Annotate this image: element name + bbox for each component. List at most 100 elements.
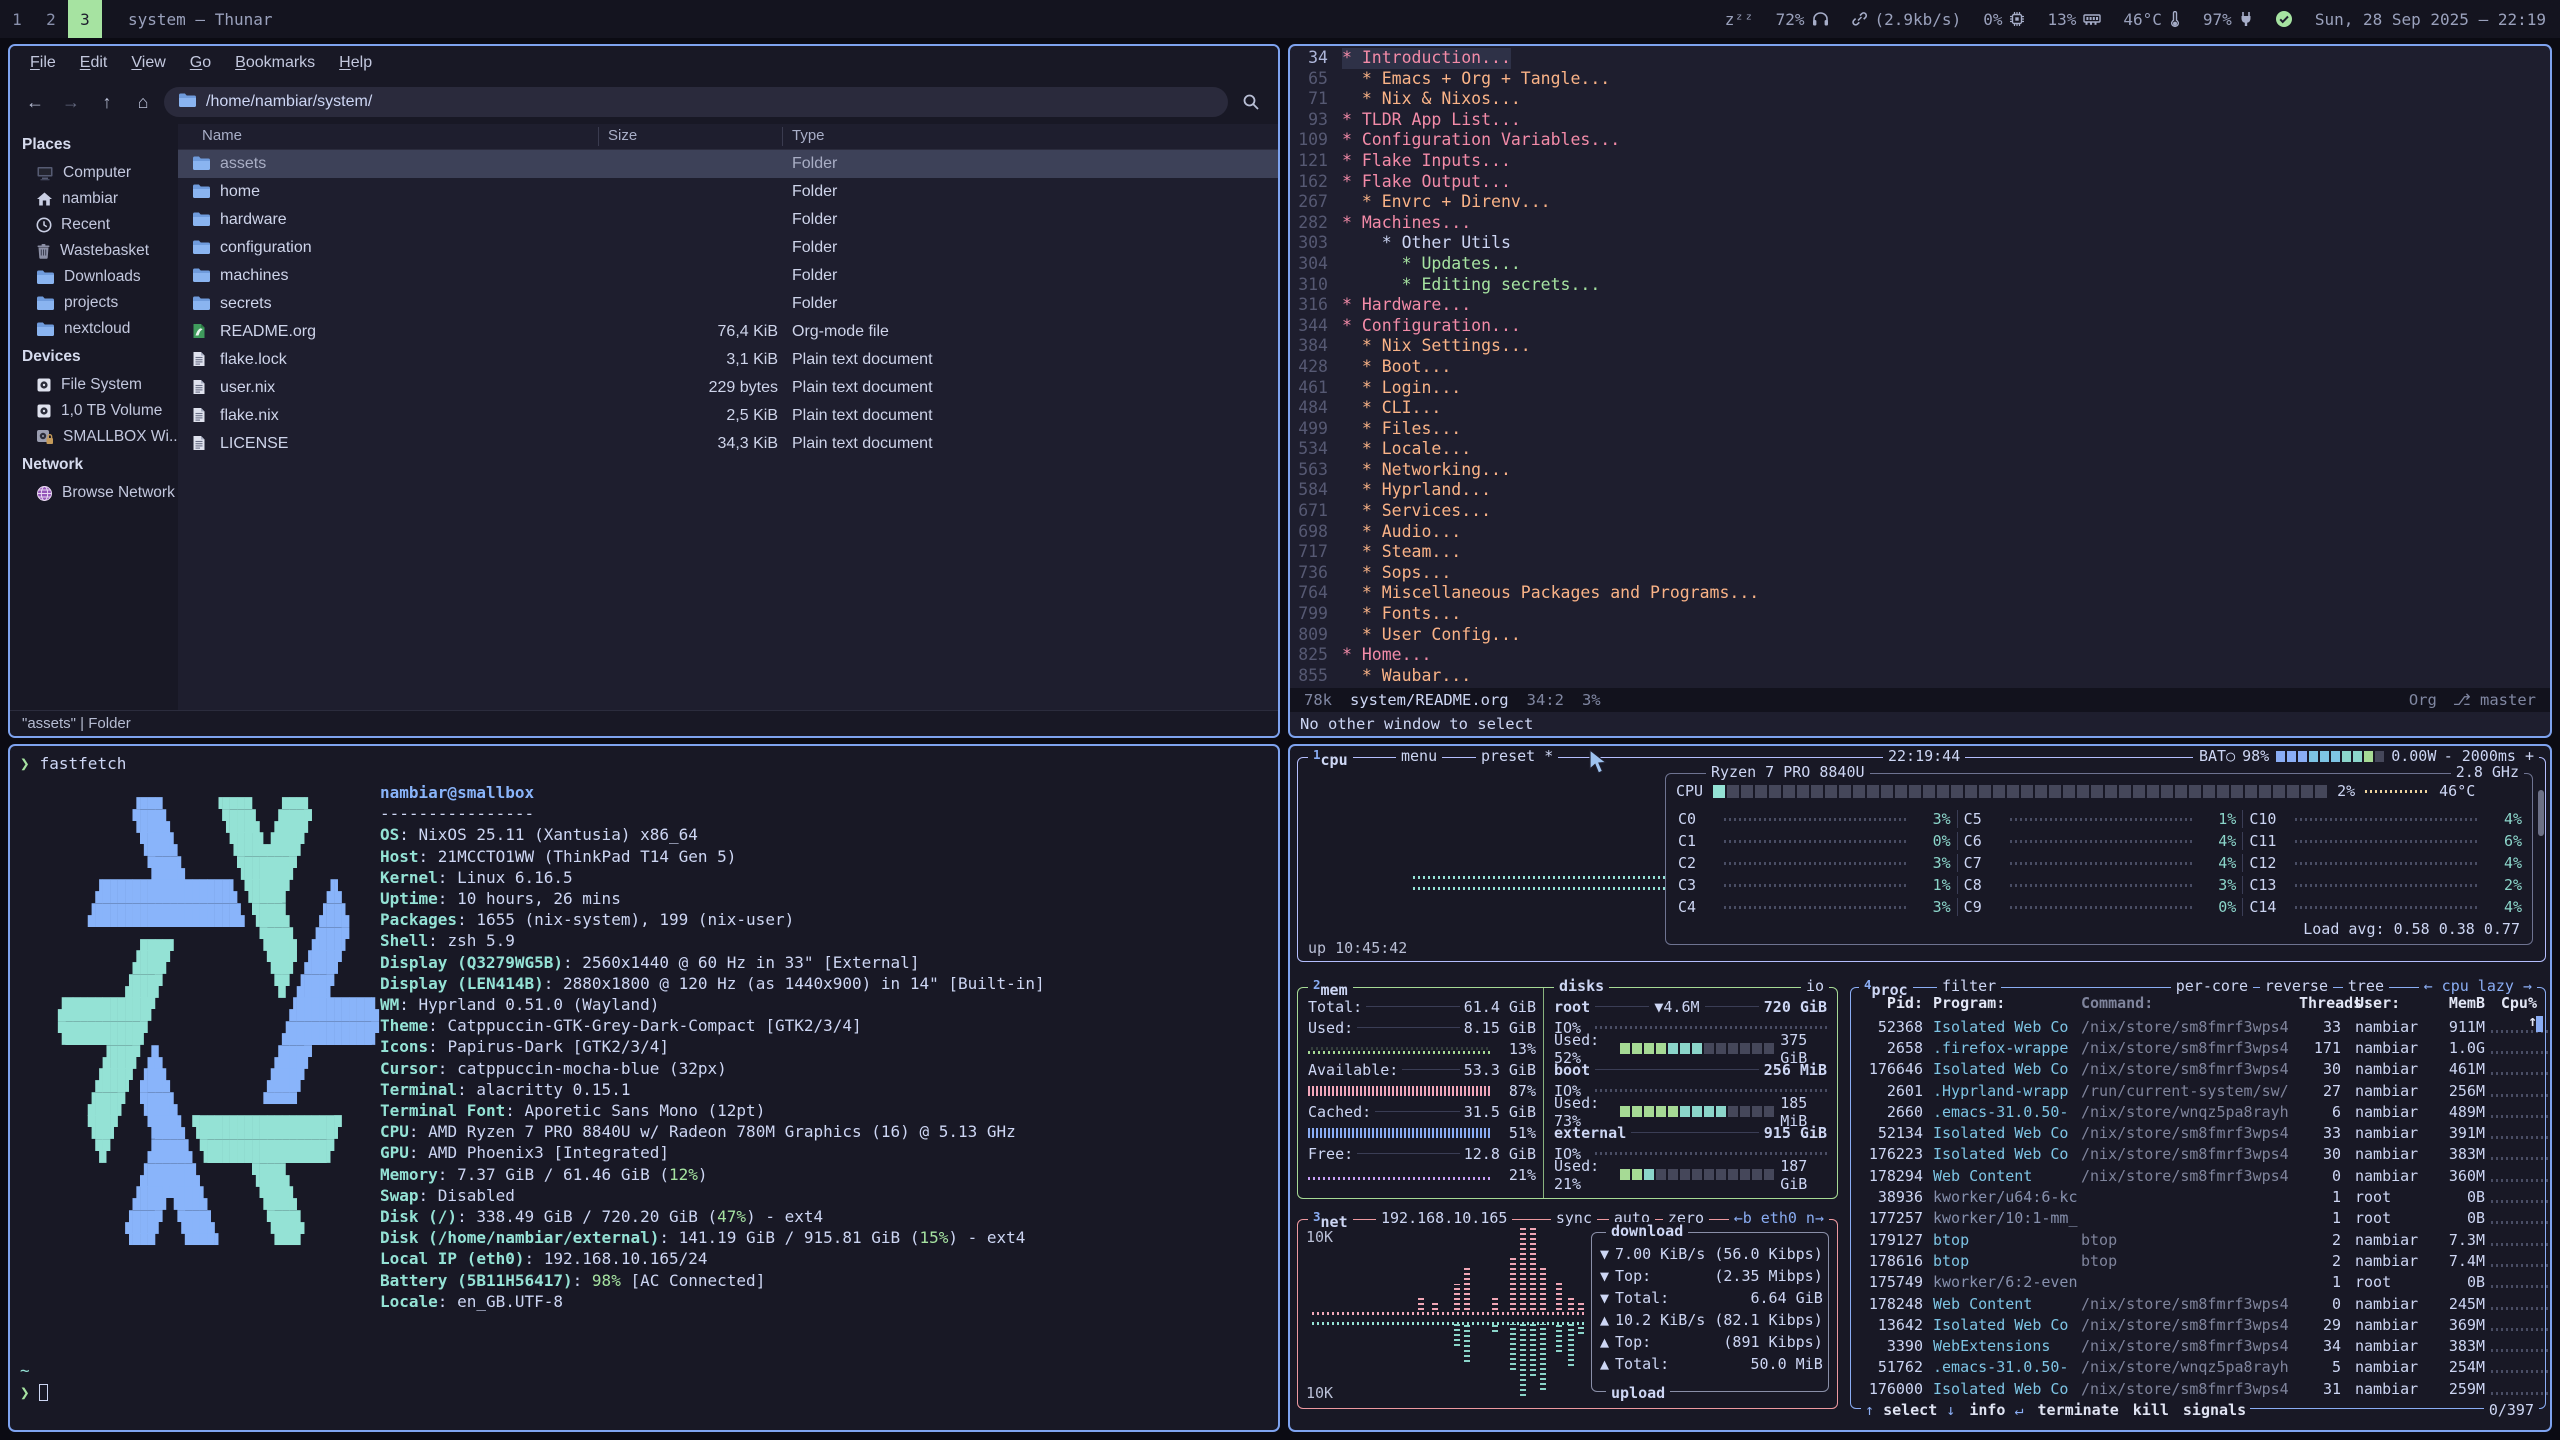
column-separator[interactable]: [598, 127, 599, 146]
org-line-344[interactable]: 344* Configuration...: [1290, 316, 2550, 337]
org-buffer[interactable]: 34* Introduction...65 * Emacs + Org + Ta…: [1290, 46, 2550, 686]
file-row-readme-org[interactable]: README.org76,4 KiBOrg-mode file: [178, 318, 1278, 346]
workspace-2[interactable]: 2: [34, 0, 68, 38]
sidebar-item-recent[interactable]: Recent: [10, 212, 178, 238]
org-line-310[interactable]: 310 * Editing secrets...: [1290, 275, 2550, 296]
org-line-34[interactable]: 34* Introduction...: [1290, 48, 2550, 69]
process-row-52134[interactable]: 52134Isolated Web Co/nix/store/sm8fmrf3w…: [1859, 1123, 2537, 1144]
org-line-65[interactable]: 65 * Emacs + Org + Tangle...: [1290, 69, 2550, 90]
sort-selector[interactable]: ← cpu lazy →: [2419, 977, 2537, 995]
process-row-38936[interactable]: 38936kworker/u64:6-kc1root0B0.0: [1859, 1186, 2537, 1207]
menu-file[interactable]: File: [20, 52, 66, 74]
menu-bookmarks[interactable]: Bookmarks: [225, 52, 325, 74]
column-name[interactable]: Name: [202, 127, 242, 144]
file-row-home[interactable]: homeFolder: [178, 178, 1278, 206]
process-row-176223[interactable]: 176223Isolated Web Co/nix/store/sm8fmrf3…: [1859, 1144, 2537, 1165]
file-row-user-nix[interactable]: user.nix229 bytesPlain text document: [178, 374, 1278, 402]
search-icon[interactable]: [1234, 87, 1268, 117]
org-line-267[interactable]: 267 * Envrc + Direnv...: [1290, 192, 2550, 213]
process-row-176000[interactable]: 176000Isolated Web Co/nix/store/sm8fmrf3…: [1859, 1378, 2537, 1399]
sidebar-item-file-system[interactable]: File System: [10, 372, 178, 398]
workspace-1[interactable]: 1: [0, 0, 34, 38]
org-line-799[interactable]: 799 * Fonts...: [1290, 604, 2550, 625]
sidebar-item-computer[interactable]: Computer: [10, 160, 178, 186]
process-row-3390[interactable]: 3390WebExtensions/nix/store/sm8fmrf3wps4…: [1859, 1336, 2537, 1357]
process-row-2601[interactable]: 2601.Hyprland-wrapp/run/current-system/s…: [1859, 1080, 2537, 1101]
process-scrollbar[interactable]: [2536, 1016, 2543, 1032]
up-button[interactable]: ↑: [92, 88, 122, 116]
sidebar-item-nambiar[interactable]: nambiar: [10, 186, 178, 212]
shell-prompt[interactable]: ~❯: [20, 1360, 48, 1404]
process-row-2660[interactable]: 2660.emacs-31.0.50-/nix/store/wnqz5pa8ra…: [1859, 1101, 2537, 1122]
column-type[interactable]: Type: [792, 127, 825, 144]
footer-key-signals[interactable]: signals: [2183, 1401, 2246, 1419]
org-line-384[interactable]: 384 * Nix Settings...: [1290, 336, 2550, 357]
org-line-93[interactable]: 93* TLDR App List...: [1290, 110, 2550, 131]
per-core-toggle[interactable]: per-core: [2171, 977, 2253, 995]
file-row-flake-nix[interactable]: flake.nix2,5 KiBPlain text document: [178, 402, 1278, 430]
org-line-736[interactable]: 736 * Sops...: [1290, 563, 2550, 584]
column-separator[interactable]: [782, 127, 783, 146]
org-line-809[interactable]: 809 * User Config...: [1290, 625, 2550, 646]
column-headers[interactable]: Name Size Type: [178, 124, 1278, 150]
org-line-428[interactable]: 428 * Boot...: [1290, 357, 2550, 378]
org-line-671[interactable]: 671 * Services...: [1290, 501, 2550, 522]
cpu-panel-title[interactable]: 1cpu: [1308, 747, 1353, 769]
org-line-499[interactable]: 499 * Files...: [1290, 419, 2550, 440]
process-row-52368[interactable]: 52368Isolated Web Co/nix/store/sm8fmrf3w…: [1859, 1016, 2537, 1037]
path-bar[interactable]: /home/nambiar/system/: [164, 87, 1228, 117]
home-button[interactable]: ⌂: [128, 88, 158, 116]
footer-key-info[interactable]: info ↵: [1969, 1401, 2023, 1419]
reverse-toggle[interactable]: reverse: [2260, 977, 2333, 995]
menu-go[interactable]: Go: [180, 52, 221, 74]
process-footer[interactable]: ↑ select ↓info ↵terminatekillsignals: [1861, 1401, 2250, 1419]
prompt-line[interactable]: ❯: [20, 1382, 48, 1404]
process-row-178616[interactable]: 178616btopbtop2nambiar7.4M0.0: [1859, 1250, 2537, 1271]
scrollbar-handle[interactable]: [2538, 790, 2544, 836]
disks-panel-title[interactable]: disks: [1554, 977, 1609, 995]
sidebar-item-browse-network[interactable]: Browse Network: [10, 480, 178, 506]
org-line-825[interactable]: 825* Home...: [1290, 645, 2550, 666]
menu-edit[interactable]: Edit: [70, 52, 118, 74]
file-row-assets[interactable]: assetsFolder: [178, 150, 1278, 178]
org-line-282[interactable]: 282* Machines...: [1290, 213, 2550, 234]
process-row-51762[interactable]: 51762.emacs-31.0.50-/nix/store/wnqz5pa8r…: [1859, 1357, 2537, 1378]
forward-button[interactable]: →: [56, 88, 86, 116]
org-line-162[interactable]: 162* Flake Output...: [1290, 172, 2550, 193]
org-line-484[interactable]: 484 * CLI...: [1290, 398, 2550, 419]
org-line-316[interactable]: 316* Hardware...: [1290, 295, 2550, 316]
process-row-13642[interactable]: 13642Isolated Web Co/nix/store/sm8fmrf3w…: [1859, 1314, 2537, 1335]
tree-toggle[interactable]: tree: [2343, 977, 2389, 995]
workspace-switcher[interactable]: 123: [0, 0, 102, 38]
org-line-764[interactable]: 764 * Miscellaneous Packages and Program…: [1290, 583, 2550, 604]
menu-help[interactable]: Help: [329, 52, 382, 74]
io-toggle[interactable]: io: [1801, 977, 1829, 995]
file-row-hardware[interactable]: hardwareFolder: [178, 206, 1278, 234]
org-line-534[interactable]: 534 * Locale...: [1290, 439, 2550, 460]
sidebar-item-1-0-tb-volume[interactable]: 1,0 TB Volume: [10, 398, 178, 424]
org-line-109[interactable]: 109* Configuration Variables...: [1290, 130, 2550, 151]
sidebar-item-smallbox-wi-[interactable]: SMALLBOX Wi...: [10, 424, 178, 450]
file-row-license[interactable]: LICENSE34,3 KiBPlain text document: [178, 430, 1278, 458]
workspace-3[interactable]: 3: [68, 0, 102, 38]
process-row-176646[interactable]: 176646Isolated Web Co/nix/store/sm8fmrf3…: [1859, 1059, 2537, 1080]
process-row-2658[interactable]: 2658.firefox-wrappe/nix/store/sm8fmrf3wp…: [1859, 1037, 2537, 1058]
org-line-563[interactable]: 563 * Networking...: [1290, 460, 2550, 481]
menu-view[interactable]: View: [121, 52, 175, 74]
process-row-178248[interactable]: 178248Web Content/nix/store/sm8fmrf3wps4…: [1859, 1293, 2537, 1314]
footer-key-terminate[interactable]: terminate: [2038, 1401, 2119, 1419]
file-row-machines[interactable]: machinesFolder: [178, 262, 1278, 290]
back-button[interactable]: ←: [20, 88, 50, 116]
process-row-177257[interactable]: 177257kworker/10:1-mm_1root0B0.0: [1859, 1208, 2537, 1229]
footer-key-select[interactable]: ↑ select ↓: [1865, 1401, 1955, 1419]
filter-button[interactable]: filter: [1937, 977, 2001, 995]
net-interface-switch[interactable]: ←b eth0 n→: [1729, 1209, 1829, 1227]
file-row-configuration[interactable]: configurationFolder: [178, 234, 1278, 262]
org-line-698[interactable]: 698 * Audio...: [1290, 522, 2550, 543]
process-row-175749[interactable]: 175749kworker/6:2-even1root0B0.0: [1859, 1272, 2537, 1293]
column-size[interactable]: Size: [608, 127, 637, 144]
org-line-584[interactable]: 584 * Hyprland...: [1290, 480, 2550, 501]
net-sync-toggle[interactable]: sync: [1551, 1209, 1597, 1227]
file-row-secrets[interactable]: secretsFolder: [178, 290, 1278, 318]
org-line-121[interactable]: 121* Flake Inputs...: [1290, 151, 2550, 172]
